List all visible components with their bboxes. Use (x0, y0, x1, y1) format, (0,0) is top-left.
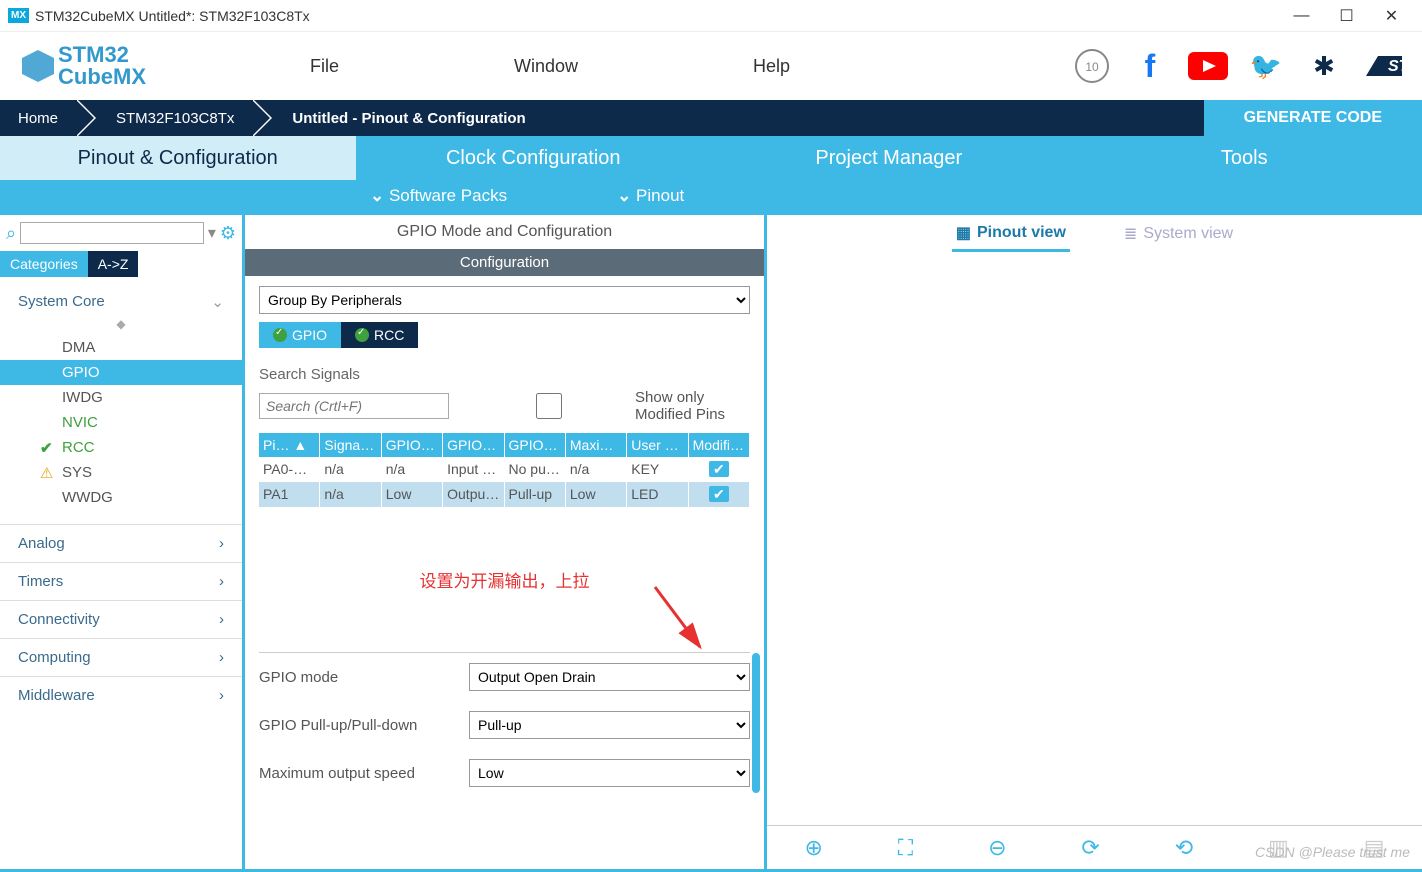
tab-categories[interactable]: Categories (0, 251, 88, 277)
peripheral-item[interactable]: WWDG (0, 485, 242, 510)
pinout-canvas[interactable]: ST STM32F103C8Tx LQFP48 PB9PB8PB7PB6PB5P… (767, 253, 1422, 825)
peripheral-item[interactable]: GPIO (0, 360, 242, 385)
peripheral-item[interactable]: IWDG (0, 385, 242, 410)
list-icon: ≣ (1124, 224, 1137, 244)
gpio-pull-label: GPIO Pull-up/Pull-down (259, 717, 469, 734)
category-analog[interactable]: Analog› (0, 524, 242, 562)
st-community-icon[interactable]: 10 (1072, 46, 1112, 86)
search-icon: ⌕ (6, 223, 16, 244)
rotate-ccw-icon[interactable]: ⟲ (1175, 835, 1193, 861)
table-row[interactable]: PA1n/aLowOutpu…Pull-upLowLED✔ (259, 482, 750, 507)
app-icon: MX (8, 8, 29, 23)
tab-tools[interactable]: Tools (1067, 136, 1422, 180)
periph-tab-rcc[interactable]: RCC (341, 322, 418, 348)
gpio-mode-select[interactable]: Output Open Drain (469, 663, 750, 691)
minimize-button[interactable]: — (1279, 7, 1324, 25)
peripheral-item[interactable]: DMA (0, 335, 242, 360)
search-signals-label: Search Signals (259, 366, 750, 383)
column-header[interactable]: Pi… ▲ (259, 433, 320, 457)
pinout-view-tab[interactable]: ▦Pinout view (952, 217, 1070, 252)
gpio-pull-select[interactable]: Pull-up (469, 711, 750, 739)
system-view-tab[interactable]: ≣System view (1120, 218, 1237, 250)
peripheral-item[interactable]: ✔RCC (0, 435, 242, 460)
column-header[interactable]: Signal… (320, 433, 381, 457)
group-by-select[interactable]: Group By Peripherals (259, 286, 750, 314)
category-connectivity[interactable]: Connectivity› (0, 600, 242, 638)
annotation-arrow-icon (245, 592, 764, 652)
zoom-out-icon[interactable]: ⊖ (988, 835, 1006, 861)
column-header[interactable]: Modified (689, 433, 750, 457)
tab-pinout-config[interactable]: Pinout & Configuration (0, 136, 356, 180)
table-row[interactable]: PA0-…n/an/aInput …No pu…n/aKEY✔ (259, 457, 750, 482)
maximize-button[interactable]: ☐ (1324, 6, 1369, 26)
breadcrumb-page: Untitled - Pinout & Configuration (274, 100, 543, 136)
column-header[interactable]: GPIO … (382, 433, 443, 457)
app-logo: STM32CubeMX (0, 44, 230, 88)
column-header[interactable]: User … (627, 433, 688, 457)
generate-code-button[interactable]: GENERATE CODE (1204, 100, 1422, 136)
rotate-cw-icon[interactable]: ⟳ (1081, 835, 1099, 861)
category-system-core[interactable]: System Core⌄ (0, 287, 242, 317)
gpio-speed-label: Maximum output speed (259, 765, 469, 782)
gpio-mode-label: GPIO mode (259, 669, 469, 686)
config-panel-title: GPIO Mode and Configuration (245, 215, 764, 249)
column-header[interactable]: Maxi… (566, 433, 627, 457)
share-icon[interactable]: ✱ (1304, 46, 1344, 86)
st-logo-icon[interactable]: ST (1362, 46, 1402, 86)
zoom-in-icon[interactable]: ⊕ (804, 835, 822, 861)
tab-project-manager[interactable]: Project Manager (711, 136, 1067, 180)
menu-window[interactable]: Window (514, 56, 578, 77)
search-signals-input[interactable] (259, 393, 449, 419)
breadcrumb-chip[interactable]: STM32F103C8Tx (98, 100, 252, 136)
tab-clock-config[interactable]: Clock Configuration (356, 136, 712, 180)
youtube-icon[interactable] (1188, 46, 1228, 86)
settings-icon[interactable]: ⚙ (220, 223, 236, 244)
svg-text:ST: ST (1388, 58, 1402, 75)
gpio-speed-select[interactable]: Low (469, 759, 750, 787)
subtab-software-packs[interactable]: Software Packs (370, 186, 507, 206)
chip-icon: ▦ (956, 223, 971, 243)
subtab-pinout[interactable]: Pinout (617, 186, 684, 206)
show-modified-checkbox[interactable]: Show only Modified Pins (469, 389, 750, 423)
params-scrollbar[interactable] (752, 653, 760, 793)
peripheral-search-input[interactable] (20, 222, 204, 244)
peripheral-item[interactable]: ⚠SYS (0, 460, 242, 485)
svg-text:10: 10 (1085, 60, 1099, 74)
fit-screen-icon[interactable]: ⛶ (898, 835, 913, 861)
menu-file[interactable]: File (310, 56, 339, 77)
category-timers[interactable]: Timers› (0, 562, 242, 600)
gpio-table: Pi… ▲Signal…GPIO …GPIO …GPIO …Maxi…User … (259, 433, 750, 507)
tab-az[interactable]: A->Z (88, 251, 139, 277)
column-header[interactable]: GPIO … (505, 433, 566, 457)
breadcrumb-home[interactable]: Home (0, 100, 76, 136)
close-button[interactable]: ✕ (1369, 6, 1414, 26)
watermark: CSDN @Please trust me (1255, 844, 1410, 860)
facebook-icon[interactable]: f (1130, 46, 1170, 86)
check-icon (273, 328, 287, 342)
menu-help[interactable]: Help (753, 56, 790, 77)
peripheral-item[interactable]: NVIC (0, 410, 242, 435)
check-icon (355, 328, 369, 342)
twitter-icon[interactable]: 🐦 (1246, 46, 1286, 86)
window-title: STM32CubeMX Untitled*: STM32F103C8Tx (35, 8, 1279, 24)
search-dropdown-icon[interactable]: ▾ (208, 223, 216, 243)
column-header[interactable]: GPIO … (443, 433, 504, 457)
category-middleware[interactable]: Middleware› (0, 676, 242, 714)
configuration-header: Configuration (245, 249, 764, 276)
category-computing[interactable]: Computing› (0, 638, 242, 676)
periph-tab-gpio[interactable]: GPIO (259, 322, 341, 348)
